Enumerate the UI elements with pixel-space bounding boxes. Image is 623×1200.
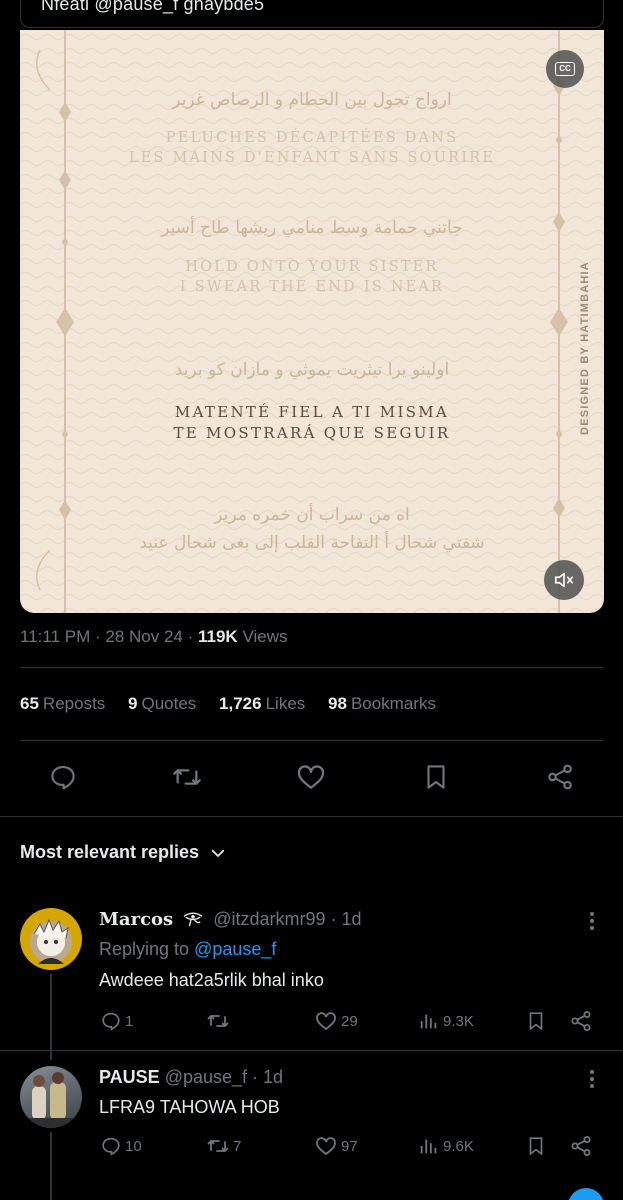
reply-views-button[interactable]: 9.6K (418, 1133, 474, 1159)
reply-like-button[interactable]: 97 (314, 1133, 358, 1159)
divider (20, 740, 603, 741)
repost-icon (173, 769, 201, 785)
more-options-button[interactable] (583, 1067, 601, 1091)
reply-time: · 1d (252, 1067, 284, 1087)
reply-like-button[interactable]: 29 (314, 1008, 358, 1034)
lyric-arabic-1: ارواح تجول بين الحطام و الرصاص غزير (172, 90, 452, 110)
reply-author-name[interactable]: Marcos (99, 909, 173, 930)
reply-time: · 1d (330, 909, 362, 929)
reply-text: Awdeee hat2a5rlik bhal inko (99, 970, 324, 990)
video-media[interactable]: ارواح تجول بين الحطام و الرصاص غزير PELU… (20, 30, 604, 613)
reply-share-button[interactable] (569, 1133, 593, 1159)
reply-repost-button[interactable]: 7 (206, 1133, 241, 1159)
reply-bookmark-button[interactable] (525, 1133, 547, 1159)
reposts-stat[interactable]: 65 Reposts (20, 694, 105, 713)
post-date: 28 Nov 24 (105, 627, 183, 646)
lyric-arabic-4: اه من سراب أن خمره مرير (214, 505, 410, 525)
divider (20, 667, 603, 668)
reply-repost-button[interactable] (206, 1008, 233, 1034)
designer-credit: DESIGNED BY HATIMBAHIA (579, 261, 591, 435)
muted-speaker-icon (554, 572, 574, 588)
reply-reply-button[interactable]: 1 (100, 1008, 133, 1034)
bookmarks-stat[interactable]: 98 Bookmarks (328, 694, 436, 713)
reply-views-button[interactable]: 9.3K (418, 1008, 474, 1034)
share-icon (548, 764, 572, 790)
quoted-card-header[interactable]: Nfeati @pause_f ghaybde5 (20, 0, 604, 28)
reply-icon (51, 765, 75, 790)
compose-button[interactable] (568, 1188, 604, 1200)
eye-of-horus-icon (183, 912, 203, 927)
reply-author-line: Marcos @itzdarkmr99 · 1d (99, 909, 362, 930)
reply-share-button[interactable] (569, 1008, 593, 1034)
post-stats: 65 Reposts 9 Quotes 1,726 Likes 98 Bookmarks (20, 694, 454, 714)
lyric-french-1a: PELUCHES DÉCAPITÉES DANS (165, 130, 459, 146)
bookmark-icon (529, 1137, 543, 1156)
reply-button[interactable] (46, 760, 80, 794)
reply-divider (0, 1050, 623, 1051)
reply-text: LFRA9 TAHOWA HOB (99, 1097, 280, 1117)
lyric-arabic-2: جاتني حمامة وسط منامي ريشها طاح أسير (161, 218, 463, 238)
quoted-card-text: Nfeati @pause_f ghaybde5 (41, 0, 265, 14)
reply-action-bar: 1 29 9.3K (0, 1008, 623, 1034)
bookmark-button[interactable] (419, 760, 453, 794)
lyric-english-a: HOLD ONTO YOUR SISTER (185, 259, 439, 275)
reply-reply-button[interactable]: 10 (100, 1133, 142, 1159)
bookmark-icon (529, 1012, 543, 1031)
like-button[interactable] (294, 760, 328, 794)
like-icon (316, 1012, 336, 1031)
lyric-french-1b: LES MAINS D'ENFANT SANS SOURIRE (128, 150, 496, 166)
like-icon (297, 765, 325, 789)
views-count: 119K (198, 627, 238, 646)
more-options-button[interactable] (583, 909, 601, 933)
bookmark-icon (427, 765, 445, 789)
share-icon (571, 1136, 591, 1156)
captions-icon: CC (555, 62, 575, 76)
views-label: Views (242, 627, 288, 646)
replying-to: Replying to @pause_f (99, 939, 277, 959)
post-time: 11:11 PM (20, 627, 91, 646)
replies-sort-label: Most relevant replies (20, 842, 200, 862)
avatar[interactable] (20, 1066, 82, 1128)
lyric-spanish-a: MATENTÉ FIEL A TI MISMA (174, 403, 450, 421)
views-icon (420, 1139, 437, 1154)
reply-author-handle[interactable]: @itzdarkmr99 (213, 909, 325, 929)
share-button[interactable] (543, 760, 577, 794)
reply-author-line: PAUSE @pause_f · 1d (99, 1067, 283, 1088)
likes-stat[interactable]: 1,726 Likes (219, 694, 305, 713)
reply-icon (102, 1137, 120, 1156)
share-icon (571, 1011, 591, 1031)
repost-button[interactable] (170, 760, 204, 794)
avatar[interactable] (20, 908, 82, 970)
reply-bookmark-button[interactable] (525, 1008, 547, 1034)
like-icon (316, 1137, 336, 1156)
post-meta: 11:11 PM · 28 Nov 24 · 119K Views (20, 627, 288, 646)
reply-author-name[interactable]: PAUSE (99, 1067, 160, 1087)
reply-action-bar: 10 7 97 9.6K (0, 1133, 623, 1159)
reply-icon (102, 1012, 120, 1031)
views-icon (420, 1014, 437, 1029)
repost-icon (207, 1015, 229, 1027)
mute-button[interactable] (544, 560, 584, 600)
reply-author-handle[interactable]: @pause_f (165, 1067, 247, 1087)
section-divider (0, 816, 623, 817)
quotes-stat[interactable]: 9 Quotes (128, 694, 196, 713)
lyric-spanish-b: TE MOSTRARÁ QUE SEGUIR (173, 424, 451, 442)
replies-sort-dropdown[interactable]: Most relevant replies (20, 842, 227, 863)
wave-pattern-background (20, 30, 604, 613)
replying-to-handle[interactable]: @pause_f (194, 939, 276, 959)
chevron-down-icon (211, 849, 225, 857)
captions-button[interactable]: CC (546, 50, 584, 88)
post-action-bar (0, 760, 623, 796)
lyric-arabic-5: شفتي شحال أ التفاحة القلب إلى بغى شحال ع… (139, 533, 485, 553)
lyric-english-b: I SWEAR THE END IS NEAR (179, 279, 445, 295)
repost-icon (207, 1140, 229, 1152)
lyric-arabic-3: اولينو يرا تيثريت يموثي و مازان كو بريد (174, 360, 450, 380)
